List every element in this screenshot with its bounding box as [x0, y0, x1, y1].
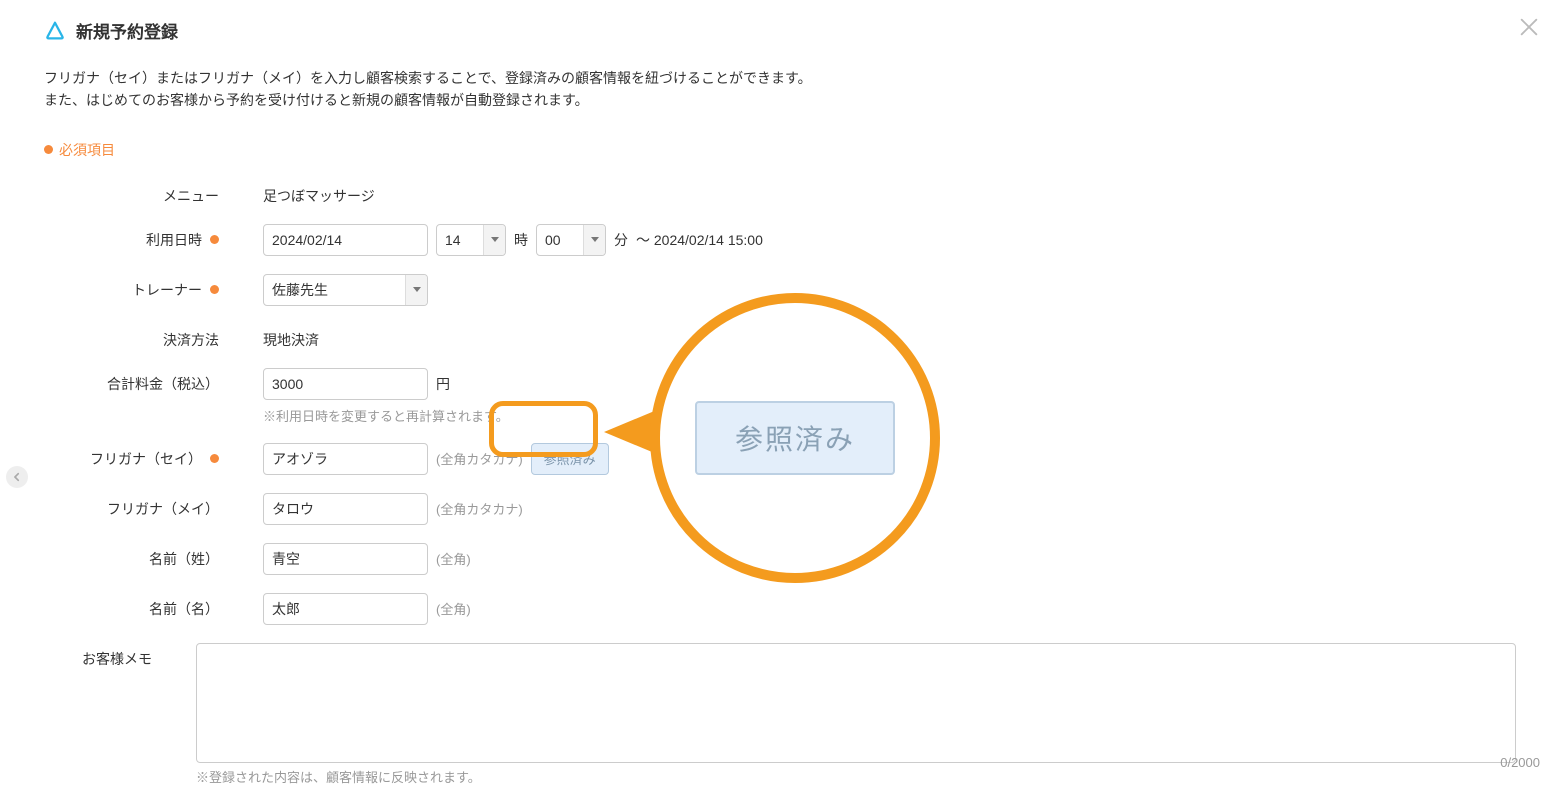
furigana-mei-input[interactable] [263, 493, 428, 525]
label-furigana-sei: フリガナ（セイ） [44, 443, 219, 469]
row-datetime: 利用日時 14 時 00 分 ～ 2024/02/14 15:00 [44, 224, 1516, 256]
row-total: 合計料金（税込） 円 ※利用日時を変更すると再計算されます。 [44, 368, 1516, 425]
dialog-header: 新規予約登録 [0, 0, 1560, 57]
label-menu: メニュー [44, 180, 219, 206]
name-sei-hint: (全角) [436, 549, 471, 568]
label-trainer: トレーナー [44, 274, 219, 300]
label-furigana-mei: フリガナ（メイ） [44, 493, 219, 519]
furigana-mei-hint: (全角カタカナ) [436, 499, 523, 518]
label-name-sei: 名前（姓） [44, 543, 219, 569]
name-sei-input[interactable] [263, 543, 428, 575]
chevron-left-icon[interactable] [6, 466, 28, 488]
row-name-mei: 名前（名） (全角) [44, 593, 1516, 625]
customer-memo-textarea[interactable] [196, 643, 1516, 763]
trainer-select[interactable]: 佐藤先生 [263, 274, 428, 306]
label-name-mei: 名前（名） [44, 593, 219, 619]
close-icon[interactable] [1518, 16, 1540, 38]
intro-line-2: また、はじめてのお客様から予約を受け付けると新規の顧客情報が自動登録されます。 [44, 89, 1516, 111]
intro-line-1: フリガナ（セイ）またはフリガナ（メイ）を入力し顧客検索することで、登録済みの顧客… [44, 67, 1516, 89]
furigana-sei-input[interactable] [263, 443, 428, 475]
minute-select[interactable]: 00 [536, 224, 606, 256]
hour-select[interactable]: 14 [436, 224, 506, 256]
required-dot-icon [210, 285, 219, 294]
memo-note: ※登録された内容は、顧客情報に反映されます。 [196, 767, 481, 786]
label-total: 合計料金（税込） [44, 368, 219, 394]
name-mei-hint: (全角) [436, 599, 471, 618]
date-input[interactable] [263, 224, 428, 256]
total-price-input[interactable] [263, 368, 428, 400]
name-mei-input[interactable] [263, 593, 428, 625]
row-trainer: トレーナー 佐藤先生 [44, 274, 1516, 306]
minute-unit: 分 [614, 230, 628, 250]
row-furigana-mei: フリガナ（メイ） (全角カタカナ) [44, 493, 1516, 525]
row-name-sei: 名前（姓） (全角) [44, 543, 1516, 575]
total-note: ※利用日時を変更すると再計算されます。 [263, 406, 509, 425]
hour-unit: 時 [514, 230, 528, 250]
row-furigana-sei: フリガナ（セイ） (全角カタカナ) 参照済み [44, 443, 1516, 475]
reference-done-button[interactable]: 参照済み [531, 443, 609, 475]
payment-value: 現地決済 [263, 324, 319, 350]
label-payment: 決済方法 [44, 324, 219, 350]
price-unit: 円 [436, 374, 450, 394]
memo-char-counter: 0/2000 [1500, 755, 1540, 770]
required-legend-label: 必須項目 [59, 140, 115, 160]
row-menu: メニュー 足つぼマッサージ [44, 180, 1516, 206]
datetime-range: ～ 2024/02/14 15:00 [636, 230, 763, 250]
required-dot-icon [44, 145, 53, 154]
label-datetime: 利用日時 [44, 224, 219, 250]
row-payment: 決済方法 現地決済 [44, 324, 1516, 350]
label-memo: お客様メモ [44, 643, 152, 669]
furigana-sei-hint: (全角カタカナ) [436, 449, 523, 468]
row-memo: お客様メモ ※登録された内容は、顧客情報に反映されます。 [44, 643, 1516, 786]
page-title: 新規予約登録 [76, 18, 178, 43]
form-content: フリガナ（セイ）またはフリガナ（メイ）を入力し顧客検索することで、登録済みの顧客… [0, 67, 1560, 786]
required-dot-icon [210, 454, 219, 463]
intro-text: フリガナ（セイ）またはフリガナ（メイ）を入力し顧客検索することで、登録済みの顧客… [44, 67, 1516, 112]
required-dot-icon [210, 235, 219, 244]
menu-value: 足つぼマッサージ [263, 180, 375, 206]
required-legend: 必須項目 [44, 140, 1516, 160]
logo-icon [44, 20, 66, 42]
